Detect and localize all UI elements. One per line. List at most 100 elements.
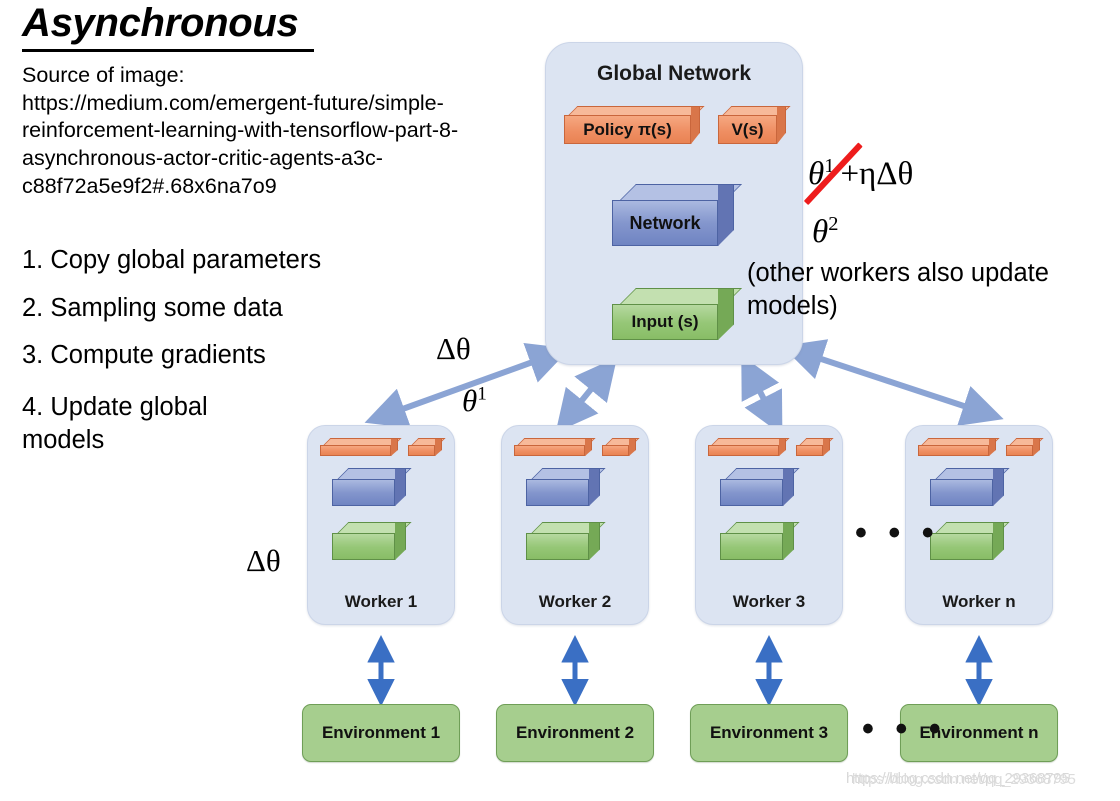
worker-policy-side-face [779,438,786,456]
theta-2-label: θ2 [812,213,838,251]
worker-policy-box [918,438,1000,456]
worker-input-box [526,522,606,560]
worker-input-side-face [395,522,406,560]
worker-value-side-face [629,438,636,456]
worker-input-front-face [526,533,589,560]
worker-value-front-face [1006,445,1033,456]
theta-2-superscript: 2 [828,213,839,235]
worker-value-side-face [823,438,830,456]
worker-network-front-face [930,479,993,506]
workers-ellipsis: • • • [855,514,940,552]
worker-label: Worker 1 [344,592,418,611]
worker-policy-side-face [989,438,996,456]
other-workers-note: (other workers also update models) [747,259,1049,321]
worker-network-front-face [720,479,783,506]
worker-value-side-face [1033,438,1040,456]
network-box[interactable]: Network [612,184,742,246]
worker-policy-box [708,438,790,456]
source-label: Source of image: [22,63,185,87]
input-box-side-face [718,288,734,340]
worker-panel[interactable]: Worker 1 [307,425,455,625]
delta-theta-left-text: Δθ [246,543,281,578]
theta1-mid-label: θ1 [462,383,487,419]
worker-label: Worker 2 [538,592,612,611]
watermark-text-duplicate: https://blog.csdn.net/qq_29368795 [852,770,1076,788]
worker-policy-side-face [391,438,398,456]
worker-policy-front-face [514,445,585,456]
worker-environment-arrows [367,635,993,707]
delta-theta-top-text: Δθ [436,331,471,366]
arrow-global-worker-2 [555,357,618,433]
arrow-global-worker-n [781,339,1004,426]
theta-2-symbol: θ [812,214,829,250]
policy-box-label: Policy π(s) [564,115,691,144]
worker-network-front-face [332,479,395,506]
environment-box[interactable]: Environment 3 [690,704,848,762]
arrow-global-worker-3 [741,354,783,436]
title-underline [22,49,314,52]
worker-panel[interactable]: Worker 2 [501,425,649,625]
list-item: 4. Update global models [22,392,208,455]
worker-policy-front-face [320,445,391,456]
policy-box[interactable]: Policy π(s) [564,106,705,144]
worker-value-box [1006,438,1044,456]
list-item: 3. Compute gradients [22,341,266,369]
worker-value-side-face [435,438,442,456]
worker-value-box [796,438,834,456]
worker-policy-top-face [921,438,1000,445]
theta1-mid-superscript: 1 [477,383,487,405]
environments-ellipsis: • • • [862,710,947,748]
list-item: 1. Copy global parameters [22,246,322,274]
worker-network-box [332,468,412,506]
worker-policy-box [514,438,596,456]
theta1-mid-symbol: θ [462,383,478,418]
source-url: https://medium.com/emergent-future/simpl… [22,90,459,198]
worker-network-side-face [589,468,600,506]
worker-network-box [720,468,800,506]
equation-remainder: +ηΔθ [840,156,914,192]
worker-network-box [526,468,606,506]
value-box-label: V(s) [718,115,777,144]
worker-policy-top-face [517,438,596,445]
worker-input-side-face [993,522,1004,560]
worker-value-front-face [796,445,823,456]
network-box-label: Network [612,200,718,246]
worker-value-box [602,438,640,456]
watermark: https://blog.csdn.net/qq_29368795 https:… [846,770,1076,788]
worker-input-front-face [332,533,395,560]
worker-network-box [930,468,1010,506]
environment-box[interactable]: Environment 2 [496,704,654,762]
worker-panel[interactable]: Worker 3 [695,425,843,625]
page-title: Asynchronous [22,1,299,45]
worker-policy-top-face [711,438,790,445]
worker-value-front-face [408,445,435,456]
worker-input-front-face [720,533,783,560]
worker-input-box [720,522,800,560]
environment-box[interactable]: Environment 1 [302,704,460,762]
delta-theta-top-label: Δθ [436,331,471,367]
worker-network-side-face [395,468,406,506]
worker-policy-box [320,438,402,456]
worker-policy-front-face [708,445,779,456]
list-item: 2. Sampling some data [22,293,283,322]
worker-label: Worker 3 [732,592,806,611]
global-network-title: Global Network [596,62,752,85]
policy-box-side-face [691,106,700,144]
worker-input-box [332,522,412,560]
delta-theta-left-label: Δθ [246,543,281,579]
value-box-side-face [777,106,786,144]
input-box-label: Input (s) [612,304,718,340]
worker-value-front-face [602,445,629,456]
worker-network-side-face [783,468,794,506]
worker-network-front-face [526,479,589,506]
network-box-side-face [718,184,734,246]
worker-input-box [930,522,1010,560]
worker-input-side-face [783,522,794,560]
policy-box-top-face [568,106,705,115]
worker-value-box [408,438,446,456]
value-box[interactable]: V(s) [718,106,791,144]
worker-policy-side-face [585,438,592,456]
source-attribution: Source of image: https://medium.com/emer… [22,62,534,200]
input-box[interactable]: Input (s) [612,288,742,340]
worker-input-side-face [589,522,600,560]
